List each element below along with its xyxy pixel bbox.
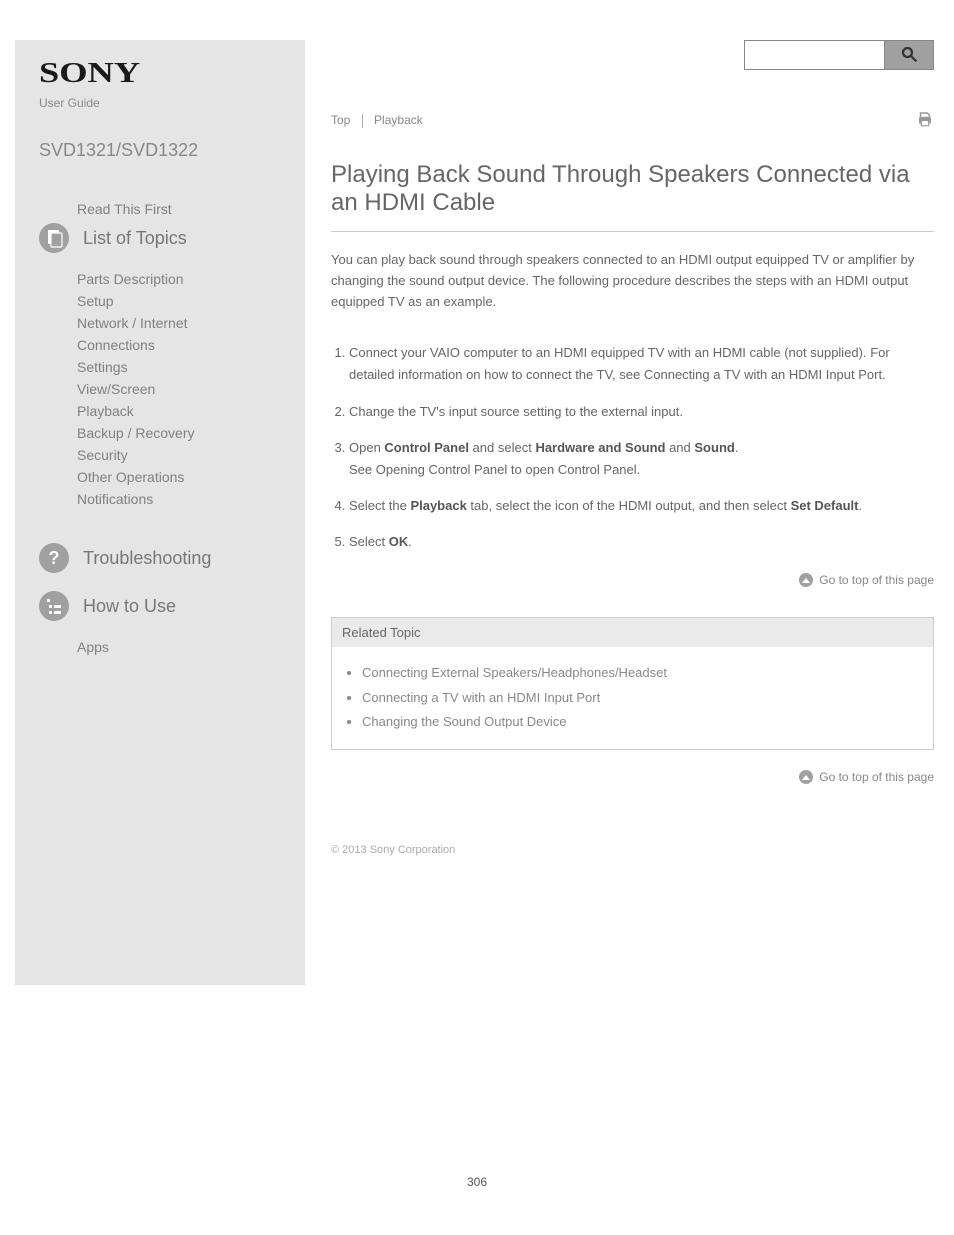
sidebar-item-backup[interactable]: Backup / Recovery <box>39 425 287 441</box>
search-button[interactable] <box>884 40 934 70</box>
step-strong: Control Panel <box>384 440 469 455</box>
copyright: © 2013 Sony Corporation <box>331 844 934 856</box>
step-text: . <box>735 440 739 455</box>
step-text: . <box>882 367 886 382</box>
sidebar-item-troubleshooting[interactable]: ? Troubleshooting <box>39 543 287 573</box>
step-text: Open <box>349 440 384 455</box>
sidebar-item-connections[interactable]: Connections <box>39 337 287 353</box>
step-2: Change the TV's input source setting to … <box>349 401 934 423</box>
sidebar-item-view[interactable]: View/Screen <box>39 381 287 397</box>
step-text: . <box>408 534 412 549</box>
sidebar-item-playback[interactable]: Playback <box>39 403 287 419</box>
step-link[interactable]: Connecting a TV with an HDMI Input Port <box>644 367 882 382</box>
step-text: and <box>665 440 694 455</box>
breadcrumb-separator <box>362 114 363 128</box>
sidebar-item-label: Setup <box>77 293 114 309</box>
sidebar-item-label: Parts Description <box>77 271 184 287</box>
sidebar-item-read-first[interactable]: Read This First <box>39 201 287 217</box>
sidebar-item-network[interactable]: Network / Internet <box>39 315 287 331</box>
sidebar-item-list-of-topics[interactable]: List of Topics <box>39 223 287 253</box>
step-text: to open Control Panel. <box>507 462 640 477</box>
article-title: Playing Back Sound Through Speakers Conn… <box>331 161 934 232</box>
step-text: Change the TV's input source setting to … <box>349 404 683 419</box>
pages-icon <box>39 223 69 253</box>
sidebar-item-how-to-use[interactable]: How to Use <box>39 591 287 621</box>
sidebar-item-other[interactable]: Other Operations <box>39 469 287 485</box>
go-to-top-link[interactable]: Go to top of this page <box>331 573 934 587</box>
arrow-up-icon <box>799 770 813 784</box>
sidebar-item-label: View/Screen <box>77 381 155 397</box>
subline: User Guide <box>39 96 287 110</box>
step-text: and select <box>469 440 536 455</box>
breadcrumb: Top Playback <box>331 113 423 128</box>
step-text: . <box>858 498 862 513</box>
sidebar-item-parts[interactable]: Parts Description <box>39 271 287 287</box>
step-4: Select the Playback tab, select the icon… <box>349 495 934 517</box>
page-number: 306 <box>0 1175 954 1189</box>
step-strong: Set Default <box>791 498 859 513</box>
step-text: Select the <box>349 498 410 513</box>
step-text: Select <box>349 534 389 549</box>
step-5: Select OK. <box>349 531 934 553</box>
step-3: Open Control Panel and select Hardware a… <box>349 437 934 481</box>
related-link-1[interactable]: Connecting External Speakers/Headphones/… <box>362 661 923 686</box>
sidebar-item-label: Backup / Recovery <box>77 425 195 441</box>
related-topics-box: Related Topic Connecting External Speake… <box>331 617 934 750</box>
step-strong: Hardware and Sound <box>535 440 665 455</box>
sidebar-item-apps[interactable]: Apps <box>39 639 287 655</box>
sidebar-item-label: Network / Internet <box>77 315 188 331</box>
arrow-up-icon <box>799 573 813 587</box>
sidebar-item-label: Read This First <box>77 201 172 217</box>
step-link[interactable]: See Opening Control Panel <box>349 462 507 477</box>
print-button[interactable] <box>916 110 934 131</box>
search-input[interactable] <box>744 40 884 70</box>
sidebar-item-label: Notifications <box>77 491 153 507</box>
step-strong: Sound <box>694 440 734 455</box>
svg-text:?: ? <box>49 548 60 568</box>
search-bar <box>331 40 934 70</box>
sidebar-item-label: Troubleshooting <box>83 548 211 569</box>
step-strong: OK <box>389 534 409 549</box>
question-icon: ? <box>39 543 69 573</box>
step-text: tab, select the icon of the HDMI output,… <box>467 498 791 513</box>
main-content: Top Playback Playing Back Sound Through … <box>305 40 934 985</box>
article-intro: You can play back sound through speakers… <box>331 250 934 312</box>
go-to-top-link[interactable]: Go to top of this page <box>331 770 934 784</box>
search-icon <box>900 45 918 66</box>
sidebar-item-label: List of Topics <box>83 228 187 249</box>
sidebar-item-setup[interactable]: Setup <box>39 293 287 309</box>
sidebar-item-label: Playback <box>77 403 134 419</box>
steps-list: Connect your VAIO computer to an HDMI eq… <box>349 342 934 553</box>
print-icon <box>916 116 934 131</box>
sidebar-item-label: Apps <box>77 639 109 655</box>
model-number: SVD1321/SVD1322 <box>39 140 287 161</box>
step-strong: Playback <box>410 498 466 513</box>
related-link-2[interactable]: Connecting a TV with an HDMI Input Port <box>362 686 923 711</box>
sidebar-item-notifications[interactable]: Notifications <box>39 491 287 507</box>
sidebar-item-label: Settings <box>77 359 128 375</box>
go-to-top-label: Go to top of this page <box>819 573 934 587</box>
go-to-top-label: Go to top of this page <box>819 770 934 784</box>
related-link-3[interactable]: Changing the Sound Output Device <box>362 710 923 735</box>
sidebar-item-security[interactable]: Security <box>39 447 287 463</box>
step-1: Connect your VAIO computer to an HDMI eq… <box>349 342 934 386</box>
sidebar-item-label: Other Operations <box>77 469 184 485</box>
list-icon <box>39 591 69 621</box>
sidebar-item-settings[interactable]: Settings <box>39 359 287 375</box>
breadcrumb-playback[interactable]: Playback <box>374 113 423 127</box>
sidebar-item-label: How to Use <box>83 596 176 617</box>
sidebar-item-label: Security <box>77 447 128 463</box>
sidebar: SONY User Guide SVD1321/SVD1322 Read Thi… <box>15 40 305 985</box>
related-topics-title: Related Topic <box>332 618 933 647</box>
breadcrumb-top[interactable]: Top <box>331 113 350 127</box>
sidebar-item-label: Connections <box>77 337 155 353</box>
